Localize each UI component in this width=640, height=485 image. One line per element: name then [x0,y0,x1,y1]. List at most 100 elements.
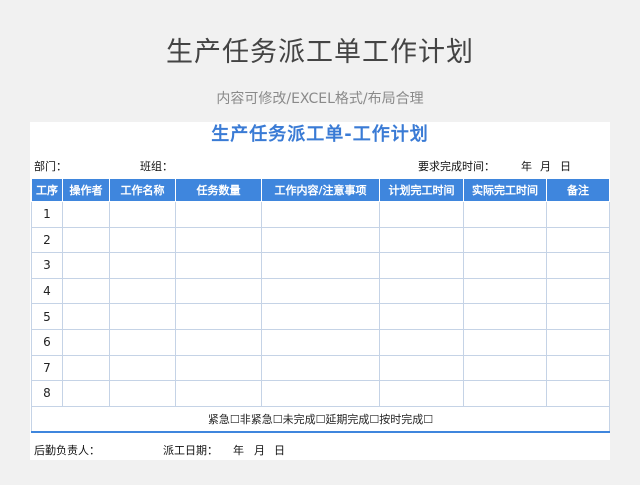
meta-row: 部门： 班组： 要求完成时间： 年 月 日 [30,150,610,178]
required-day-label: 日 [560,160,571,173]
table-cell[interactable] [175,380,262,407]
step-number-cell: 7 [31,354,63,382]
table-cell[interactable] [379,380,464,407]
column-header: 操作者 [62,178,110,202]
form-title: 生产任务派工单-工作计划 [211,124,429,145]
dispatch-month-label: 月 [254,444,265,457]
table-cell[interactable] [109,252,176,279]
department-label: 部门： [34,160,67,173]
column-header: 实际完工时间 [463,178,547,202]
table-cell[interactable] [546,201,610,228]
table-cell[interactable] [463,354,547,382]
table-cell[interactable] [546,303,610,330]
table-cell[interactable] [546,226,610,254]
table-cell[interactable] [261,201,380,228]
table-header-row: 工序 操作者 工作名称 任务数量 工作内容/注意事项 计划完工时间 实际完工时间… [31,178,610,202]
table-cell[interactable] [175,277,262,305]
team-label: 班组： [140,160,173,173]
table-cell[interactable] [175,252,262,279]
table-row: 8 [31,380,610,407]
table-cell[interactable] [109,303,176,330]
table-cell[interactable] [463,380,547,407]
table-cell[interactable] [463,277,547,305]
table-cell[interactable] [379,226,464,254]
table-cell[interactable] [175,226,262,254]
step-number-cell: 2 [31,226,63,254]
table-cell[interactable] [175,354,262,382]
table-cell[interactable] [109,328,176,356]
table-cell[interactable] [463,226,547,254]
status-checkboxes[interactable]: 紧急☐非紧急☐未完成☐延期完成☐按时完成☐ [31,405,610,433]
table-cell[interactable] [261,354,380,382]
required-time-label: 要求完成时间： [418,160,495,173]
table-cell[interactable] [261,303,380,330]
table-cell[interactable] [379,354,464,382]
table-cell[interactable] [109,277,176,305]
table-cell[interactable] [109,380,176,407]
dispatch-day-label: 日 [274,444,285,457]
table-cell[interactable] [261,328,380,356]
column-header: 工作内容/注意事项 [261,178,380,202]
table-cell[interactable] [109,201,176,228]
column-header: 工作名称 [109,178,176,202]
table-cell[interactable] [109,226,176,254]
page-subtitle: 内容可修改/EXCEL格式/布局合理 [216,91,424,107]
table-row: 7 [31,354,610,382]
table-cell[interactable] [175,201,262,228]
table-row: 6 [31,328,610,356]
page-title: 生产任务派工单工作计划 [166,37,474,68]
signature-row: 后勤负责人： 派工日期： 年 月 日 [30,436,610,460]
table-row: 3 [31,252,610,279]
table-cell[interactable] [62,226,110,254]
dispatch-year-label: 年 [233,444,244,457]
column-header: 工序 [31,178,63,202]
required-year-label: 年 [521,160,532,173]
table-cell[interactable] [546,252,610,279]
table-row: 1 [31,201,610,228]
required-month-label: 月 [540,160,551,173]
table-cell[interactable] [261,277,380,305]
step-number-cell: 6 [31,328,63,356]
table-cell[interactable] [463,303,547,330]
table-cell[interactable] [62,277,110,305]
table-row: 4 [31,277,610,305]
column-header: 任务数量 [175,178,262,202]
table-cell[interactable] [261,252,380,279]
table-cell[interactable] [463,252,547,279]
table-cell[interactable] [546,277,610,305]
logistics-manager-label: 后勤负责人： [34,444,100,457]
step-number-cell: 3 [31,252,63,279]
table-cell[interactable] [379,303,464,330]
table-cell[interactable] [379,201,464,228]
table-cell[interactable] [261,380,380,407]
table-cell[interactable] [379,328,464,356]
table-cell[interactable] [62,252,110,279]
table-cell[interactable] [62,380,110,407]
table-cell[interactable] [546,328,610,356]
step-number-cell: 1 [31,201,63,228]
status-row: 紧急☐非紧急☐未完成☐延期完成☐按时完成☐ [31,405,610,433]
step-number-cell: 4 [31,277,63,305]
table-cell[interactable] [261,226,380,254]
work-order-table: 工序 操作者 工作名称 任务数量 工作内容/注意事项 计划完工时间 实际完工时间… [31,178,610,433]
table-cell[interactable] [379,277,464,305]
dispatch-date-label: 派工日期： [163,444,218,457]
table-row: 2 [31,226,610,254]
column-header: 备注 [546,178,610,202]
table-row: 5 [31,303,610,330]
table-cell[interactable] [463,328,547,356]
column-header: 计划完工时间 [379,178,464,202]
step-number-cell: 8 [31,380,63,407]
table-cell[interactable] [546,354,610,382]
table-cell[interactable] [109,354,176,382]
table-cell[interactable] [62,303,110,330]
table-cell[interactable] [62,354,110,382]
table-cell[interactable] [175,303,262,330]
work-order-sheet: 生产任务派工单-工作计划 部门： 班组： 要求完成时间： 年 月 日 工序 操作… [30,122,610,460]
table-cell[interactable] [379,252,464,279]
table-cell[interactable] [62,201,110,228]
table-cell[interactable] [62,328,110,356]
table-cell[interactable] [175,328,262,356]
table-cell[interactable] [463,201,547,228]
table-cell[interactable] [546,380,610,407]
